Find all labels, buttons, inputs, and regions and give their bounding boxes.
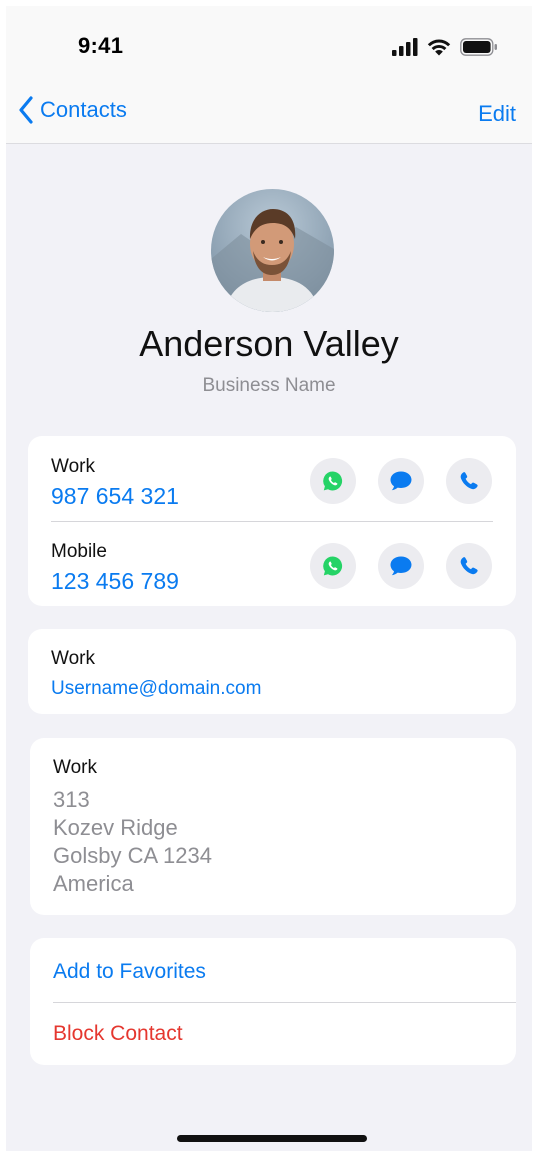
back-label: Contacts <box>40 97 127 122</box>
address-card[interactable]: Work 313 Kozev Ridge Golsby CA 1234 Amer… <box>30 738 516 915</box>
edit-button[interactable]: Edit <box>478 101 516 127</box>
call-button[interactable] <box>446 458 492 504</box>
address-line: America <box>53 871 134 896</box>
row-divider <box>51 521 493 522</box>
email-label: Work <box>51 648 95 669</box>
phone-icon <box>460 557 478 575</box>
avatar <box>211 189 334 312</box>
message-bubble-icon <box>390 556 412 576</box>
whatsapp-button[interactable] <box>310 543 356 589</box>
message-bubble-icon <box>390 471 412 491</box>
back-button[interactable]: Contacts <box>18 96 127 124</box>
message-button[interactable] <box>378 458 424 504</box>
whatsapp-icon <box>323 471 343 491</box>
call-button[interactable] <box>446 543 492 589</box>
cellular-signal-icon <box>392 37 418 56</box>
chevron-left-icon <box>19 96 33 124</box>
status-time: 9:41 <box>78 33 124 58</box>
address-line: Golsby CA 1234 <box>53 843 212 868</box>
status-icons <box>392 37 498 56</box>
phone-label: Work <box>51 456 95 477</box>
email-address-link[interactable]: Username@domain.com <box>51 678 261 700</box>
address-label: Work <box>53 757 97 778</box>
contact-actions-card: Add to Favorites Block Contact <box>30 938 516 1065</box>
add-to-favorites-button[interactable]: Add to Favorites <box>53 960 206 984</box>
home-indicator[interactable] <box>177 1135 367 1142</box>
wifi-icon <box>427 39 451 56</box>
message-button[interactable] <box>378 543 424 589</box>
battery-icon <box>460 37 497 56</box>
phone-numbers-card: Work 987 654 321 Mobile 123 456 789 <box>28 436 516 606</box>
whatsapp-button[interactable] <box>310 458 356 504</box>
block-contact-button[interactable]: Block Contact <box>53 1022 183 1046</box>
phone-number[interactable]: 987 654 321 <box>51 483 179 510</box>
address-line: 313 <box>53 787 90 812</box>
row-divider <box>53 1002 516 1003</box>
contact-name: Anderson Valley <box>139 323 399 364</box>
avatar-photo-icon <box>211 209 334 312</box>
phone-label: Mobile <box>51 541 107 562</box>
address-line: Kozev Ridge <box>53 815 178 840</box>
whatsapp-icon <box>323 556 343 576</box>
email-card: Work Username@domain.com <box>28 629 516 714</box>
phone-number[interactable]: 123 456 789 <box>51 568 179 595</box>
business-name: Business Name <box>202 375 336 396</box>
phone-icon <box>460 472 478 490</box>
header: 9:41 Contacts Edit <box>6 6 532 144</box>
contact-detail-screen: 9:41 Contacts Edit Anderson Valley Busin… <box>6 6 532 1151</box>
